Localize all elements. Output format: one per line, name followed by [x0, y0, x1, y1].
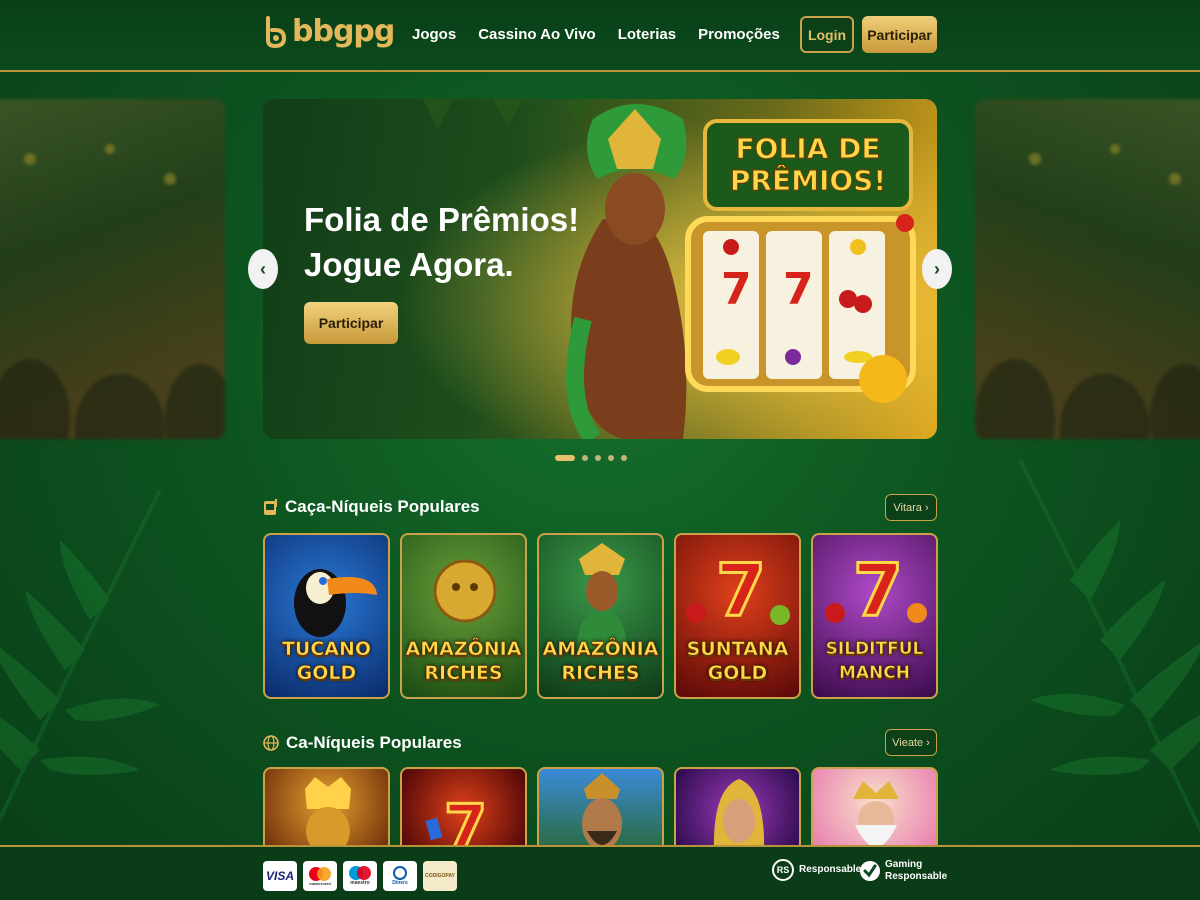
chevron-right-icon: ›: [924, 501, 929, 514]
toucan-icon: [294, 569, 377, 637]
maestro-logo: maestro: [343, 861, 377, 891]
codigopay-logo: CODIGOPAY: [423, 861, 457, 891]
game-card-amazonia-riches[interactable]: AMAZÔNIA RICHES: [400, 533, 527, 699]
zeus-icon: [853, 781, 899, 847]
nav-item-loterias[interactable]: Loterias: [618, 26, 676, 43]
carousel-prev-button[interactable]: ‹: [248, 249, 278, 289]
warrior-icon: [582, 773, 622, 850]
chevron-right-icon: ›: [926, 736, 930, 749]
diners-logo: Diners: [383, 861, 417, 891]
section-title: Ca-Níqueis Populares: [286, 733, 462, 752]
game-title: SUNTANA GOLD: [686, 638, 789, 685]
brand-logo[interactable]: bbgpg: [262, 14, 395, 49]
carousel-dot[interactable]: [595, 455, 601, 461]
game-card-amazonia-riches-2[interactable]: AMAZÔNIA RICHES: [537, 533, 664, 699]
responsible-gaming-badge[interactable]: Gaming Responsable: [860, 859, 947, 883]
svg-text:7: 7: [444, 791, 487, 852]
golden-king-icon: [305, 777, 351, 852]
queen-icon: [713, 779, 765, 852]
palm-leaf-decoration: [0, 489, 162, 824]
hero-banner[interactable]: 7 7 FOLIA DE PRÊMIOS! Folia de Prêmios! …: [263, 99, 937, 439]
game-card[interactable]: [811, 767, 938, 852]
hero-badge-line1: FOLIA DE: [735, 132, 881, 165]
diners-icon: [393, 866, 407, 880]
hero-badge-line2: PRÊMIOS!: [729, 164, 887, 197]
hero-join-button[interactable]: Participar: [304, 302, 398, 344]
lucky-seven-icon: 7: [425, 790, 489, 852]
chevron-left-icon: ‹: [260, 258, 266, 279]
game-card[interactable]: [263, 767, 390, 852]
mastercard-logo: mastercard: [303, 861, 337, 891]
game-card[interactable]: [674, 767, 801, 852]
svg-text:7: 7: [721, 264, 752, 315]
section-header-popular-slots: Caça-Níqueis Populares: [263, 497, 480, 517]
game-card-suntana-gold[interactable]: 7 SUNTANA GOLD: [674, 533, 801, 699]
hero-title-line2: Jogue Agora.: [304, 246, 514, 283]
crowd-scene-image: [0, 144, 225, 439]
gold-mask-icon: [433, 559, 497, 623]
view-all-label: Vitara: [893, 501, 922, 514]
game-card-silditful-manch[interactable]: 7 SILDITFUL MANCH: [811, 533, 938, 699]
logo-icon: [266, 15, 287, 48]
carousel-dot[interactable]: [582, 455, 588, 461]
maestro-icon: [349, 866, 371, 880]
nav-item-cassino-ao-vivo[interactable]: Cassino Ao Vivo: [478, 26, 596, 43]
top-header: bbgpg Jogos Cassino Ao Vivo Loterias Pro…: [0, 0, 1200, 72]
section-header-popular-slots-2: Ca-Níqueis Populares: [263, 733, 462, 753]
game-card-row: 7: [263, 767, 938, 852]
crowd-scene-image: [975, 144, 1200, 439]
carousel-next-button[interactable]: ›: [922, 249, 952, 289]
carousel-dot[interactable]: [621, 455, 627, 461]
lucky-seven-icon: 7: [825, 547, 927, 634]
view-all-button[interactable]: Vieate ›: [885, 729, 937, 756]
view-all-label: Vieate: [892, 736, 924, 749]
responsible-gaming-rs[interactable]: RS Responsable: [772, 859, 861, 881]
game-title: AMAZÔNIA RICHES: [542, 638, 659, 685]
game-card[interactable]: [537, 767, 664, 852]
game-card-row: TUCANO GOLD AMAZÔNIA RICHES AMAZÔNIA RICHES…: [263, 533, 938, 699]
dancer-icon: [577, 543, 627, 649]
login-button[interactable]: Login: [800, 16, 854, 53]
join-button[interactable]: Participar: [862, 16, 937, 53]
game-title: TUCANO GOLD: [281, 638, 372, 685]
carousel-prev-slide-preview[interactable]: [0, 99, 225, 439]
main-nav: Jogos Cassino Ao Vivo Loterias Promoções: [412, 26, 780, 43]
checkmark-shield-icon: [860, 861, 880, 881]
carousel-indicators: [555, 455, 627, 461]
carousel-dot[interactable]: [608, 455, 614, 461]
hero-title: Folia de Prêmios! Jogue Agora.: [304, 197, 579, 287]
palm-leaf-decoration: [1018, 459, 1200, 834]
nav-item-promocoes[interactable]: Promoções: [698, 26, 780, 43]
slot-machine: 7 7: [685, 214, 916, 403]
nav-item-jogos[interactable]: Jogos: [412, 26, 456, 43]
footer-bar: VISA mastercard maestro Diners CODIGOPAY…: [0, 845, 1200, 900]
hero-title-line1: Folia de Prêmios!: [304, 201, 580, 238]
mastercard-icon: [309, 866, 331, 881]
responsible-label: Responsable: [799, 864, 862, 875]
visa-logo: VISA: [263, 861, 297, 891]
section-title: Caça-Níqueis Populares: [285, 497, 480, 516]
view-all-button[interactable]: Vitara ›: [885, 494, 937, 521]
game-title: AMAZÔNIA RICHES: [405, 638, 522, 685]
gaming-responsible-label: Gaming Responsable: [885, 859, 948, 882]
chevron-right-icon: ›: [934, 258, 940, 279]
globe-icon: [263, 735, 279, 751]
svg-text:7: 7: [783, 264, 814, 315]
dancer-figure: [566, 104, 687, 439]
svg-text:7: 7: [853, 548, 903, 632]
payment-methods: VISA mastercard maestro Diners CODIGOPAY: [263, 861, 457, 891]
brand-name: bbgpg: [292, 14, 395, 49]
slot-machine-icon: [264, 498, 277, 515]
carousel-next-slide-preview[interactable]: [975, 99, 1200, 439]
game-card-tucano-gold[interactable]: TUCANO GOLD: [263, 533, 390, 699]
carousel-dot[interactable]: [555, 455, 575, 461]
game-card[interactable]: 7: [400, 767, 527, 852]
hero-badge: FOLIA DE PRÊMIOS!: [703, 119, 913, 211]
rs-badge-icon: RS: [772, 859, 794, 881]
lucky-seven-icon: 7: [686, 547, 790, 634]
svg-text:7: 7: [716, 548, 766, 632]
game-title: SILDITFUL MANCH: [825, 639, 924, 684]
